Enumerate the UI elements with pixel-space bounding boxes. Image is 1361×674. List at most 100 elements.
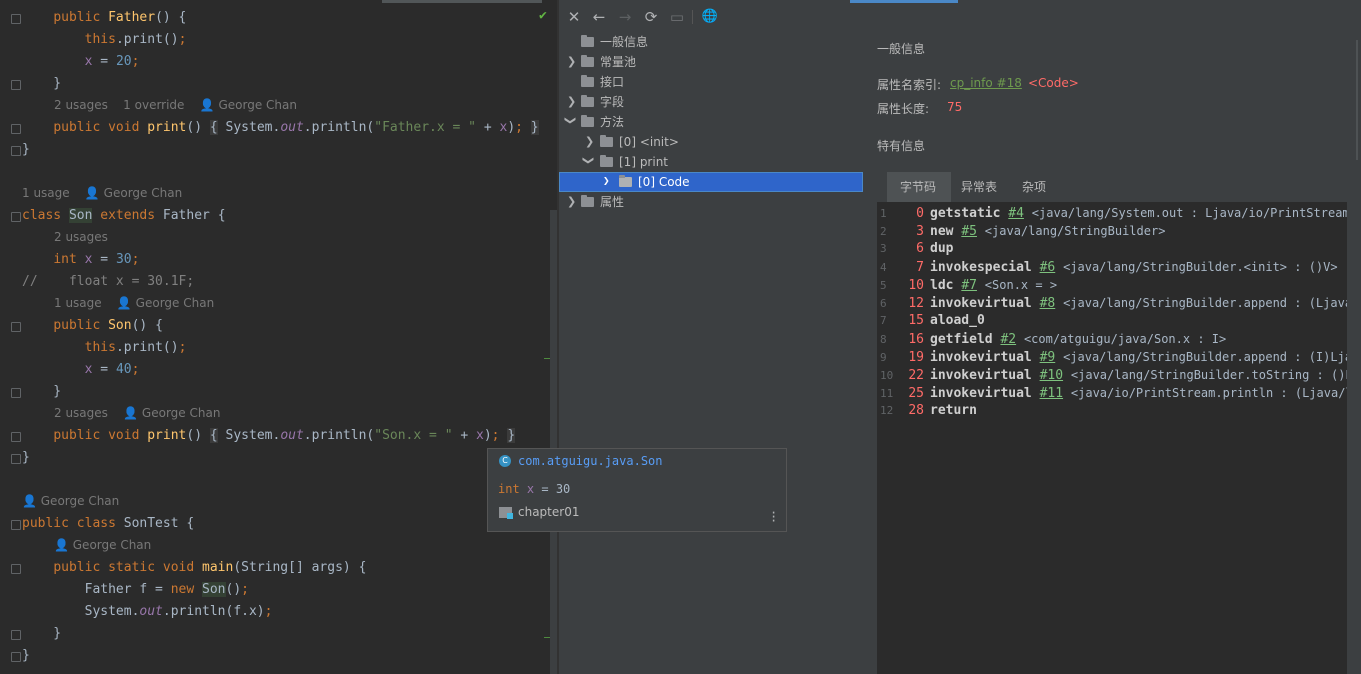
code-inlay-hint[interactable]: 2 usages 👤 George Chan: [54, 406, 220, 420]
refresh-icon[interactable]: ⟳: [642, 8, 660, 26]
fold-marker-icon[interactable]: [11, 124, 21, 134]
tab-strip-indicator: [382, 0, 542, 3]
popup-module: chapter01: [518, 505, 580, 519]
code-inlay-hint[interactable]: 👤 George Chan: [22, 494, 119, 508]
code-line[interactable]: public Son() {: [0, 315, 558, 337]
chevron-right-icon[interactable]: ❯: [585, 135, 594, 148]
bytecode-row[interactable]: 12 28 return: [877, 402, 977, 420]
bytecode-row[interactable]: 3 6 dup: [877, 240, 953, 258]
code-line[interactable]: // float x = 30.1F;: [0, 271, 558, 293]
code-inlay-hint[interactable]: 2 usages: [54, 230, 108, 244]
web-icon[interactable]: 🌐: [701, 8, 719, 26]
code-line[interactable]: public Father() {: [0, 7, 558, 29]
module-icon-badge: [507, 513, 513, 519]
bytecode-row[interactable]: 1 0 getstatic #4 <java/lang/System.out : L…: [877, 204, 1347, 222]
editor-scrollbar[interactable]: [550, 210, 557, 674]
code-line[interactable]: this.print();: [0, 29, 558, 51]
bytecode-row[interactable]: 11 25 invokevirtual #11 <java/io/PrintStre…: [877, 384, 1347, 402]
code-inlay-hint[interactable]: 2 usages 1 override 👤 George Chan: [54, 98, 297, 112]
bytecode-row[interactable]: 4 7 invokespecial #6 <java/lang/StringBuil…: [877, 258, 1338, 276]
tab-misc[interactable]: 杂项: [1022, 178, 1046, 195]
code-line[interactable]: }: [0, 139, 558, 161]
tree-item-general-info[interactable]: 一般信息: [581, 32, 648, 52]
tree-item-methods[interactable]: 方法: [581, 112, 624, 132]
code-line[interactable]: public static void main(String[] args) {: [0, 557, 558, 579]
tree-item-code-label: [0] Code: [619, 173, 690, 191]
fold-marker-icon[interactable]: [11, 80, 21, 90]
folder-icon: [581, 195, 594, 207]
code-line[interactable]: this.print();: [0, 337, 558, 359]
name-index-value: <Code>: [1028, 76, 1079, 90]
tree-item-constant-pool[interactable]: 常量池: [581, 52, 636, 72]
bytecode-row[interactable]: 2 3 new #5 <java/lang/StringBuilder>: [877, 222, 1165, 240]
bytecode-row[interactable]: 8 16 getfield #2 <com/atguigu/java/Son.x :…: [877, 330, 1226, 348]
bytecode-row[interactable]: 6 12 invokevirtual #8 <java/lang/StringBui…: [877, 294, 1347, 312]
tab-bytecode-label: 字节码: [900, 180, 937, 194]
tree-item-fields[interactable]: 字段: [581, 92, 624, 112]
section-title-specific: 特有信息: [877, 139, 926, 153]
code-line[interactable]: public void print() { System.out.println…: [0, 425, 558, 447]
tree-item-method-print[interactable]: [1] print: [600, 152, 668, 172]
tree-item-method-init[interactable]: [0] <init>: [600, 132, 679, 152]
forward-icon[interactable]: →: [616, 8, 634, 26]
save-icon[interactable]: ▭: [668, 8, 686, 26]
tree-item-label: [1] print: [619, 155, 669, 169]
code-line[interactable]: [0, 161, 558, 183]
fold-marker-icon[interactable]: [11, 652, 21, 662]
chevron-right-icon[interactable]: ❯: [567, 95, 576, 108]
code-line[interactable]: Father f = new Son();: [0, 579, 558, 601]
fold-marker-icon[interactable]: [11, 14, 21, 24]
chevron-right-icon[interactable]: ❯: [567, 55, 576, 68]
code-line[interactable]: x = 20;: [0, 51, 558, 73]
bytecode-row[interactable]: 9 19 invokevirtual #9 <java/lang/StringBui…: [877, 348, 1347, 366]
code-line[interactable]: int x = 30;: [0, 249, 558, 271]
tree-item-label: [0] <init>: [619, 135, 679, 149]
code-inlay-hint[interactable]: 1 usage 👤 George Chan: [54, 296, 214, 310]
bytecode-row[interactable]: 10 22 invokevirtual #10 <java/lang/StringB…: [877, 366, 1347, 384]
close-icon[interactable]: ✕: [565, 8, 583, 26]
more-options-icon[interactable]: · · ·: [770, 507, 777, 527]
bytecode-listing[interactable]: 1 0 getstatic #4 <java/lang/System.out : L…: [877, 202, 1347, 674]
code-line[interactable]: public void print() { System.out.println…: [0, 117, 558, 139]
code-line[interactable]: public class SonTest {: [0, 513, 558, 535]
code-editor[interactable]: public Father() { this.print(); x = 20; …: [0, 0, 558, 674]
code-line[interactable]: }: [0, 447, 558, 469]
fold-marker-icon[interactable]: [11, 454, 21, 464]
folder-icon: [619, 175, 632, 187]
code-line[interactable]: class Son extends Father {: [0, 205, 558, 227]
code-line[interactable]: x = 40;: [0, 359, 558, 381]
fold-marker-icon[interactable]: [11, 322, 21, 332]
fold-marker-icon[interactable]: [11, 388, 21, 398]
code-line[interactable]: System.out.println(f.x);: [0, 601, 558, 623]
tab-exception-table[interactable]: 异常表: [961, 178, 997, 195]
fold-marker-icon[interactable]: [11, 564, 21, 574]
fold-marker-icon[interactable]: [11, 212, 21, 222]
bytecode-row[interactable]: 5 10 ldc #7 <Son.x = >: [877, 276, 1057, 294]
fold-marker-icon[interactable]: [11, 520, 21, 530]
code-line[interactable]: }: [0, 381, 558, 403]
back-icon[interactable]: ←: [590, 8, 608, 26]
code-line[interactable]: }: [0, 73, 558, 95]
code-line[interactable]: [0, 469, 558, 491]
popup-class-name[interactable]: com.atguigu.java.Son: [518, 454, 663, 468]
tree-item-code[interactable]: ❯ [0] Code: [559, 172, 863, 192]
chevron-down-icon[interactable]: ❯: [564, 116, 577, 125]
quick-doc-popup[interactable]: C com.atguigu.java.Son int x = 30 chapte…: [487, 448, 787, 532]
chevron-down-icon[interactable]: ❯: [582, 156, 595, 165]
fold-marker-icon[interactable]: [11, 630, 21, 640]
tree-item-interfaces[interactable]: 接口: [581, 72, 624, 92]
bytecode-row[interactable]: 7 15 aload_0: [877, 312, 985, 330]
tree-item-label: 属性: [600, 195, 625, 209]
folder-icon: [581, 115, 594, 127]
fold-marker-icon[interactable]: [11, 432, 21, 442]
name-index-link[interactable]: cp_info #18: [950, 76, 1022, 90]
fold-marker-icon[interactable]: [11, 146, 21, 156]
code-inlay-hint[interactable]: 1 usage 👤 George Chan: [22, 186, 182, 200]
code-inlay-hint[interactable]: 👤 George Chan: [54, 538, 151, 552]
chevron-right-icon[interactable]: ❯: [567, 195, 576, 208]
analysis-ok-icon: ✔: [539, 8, 547, 23]
chevron-right-icon[interactable]: ❯: [603, 174, 610, 187]
tree-item-attributes[interactable]: 属性: [581, 192, 624, 212]
code-line[interactable]: }: [0, 645, 558, 667]
code-line[interactable]: }: [0, 623, 558, 645]
